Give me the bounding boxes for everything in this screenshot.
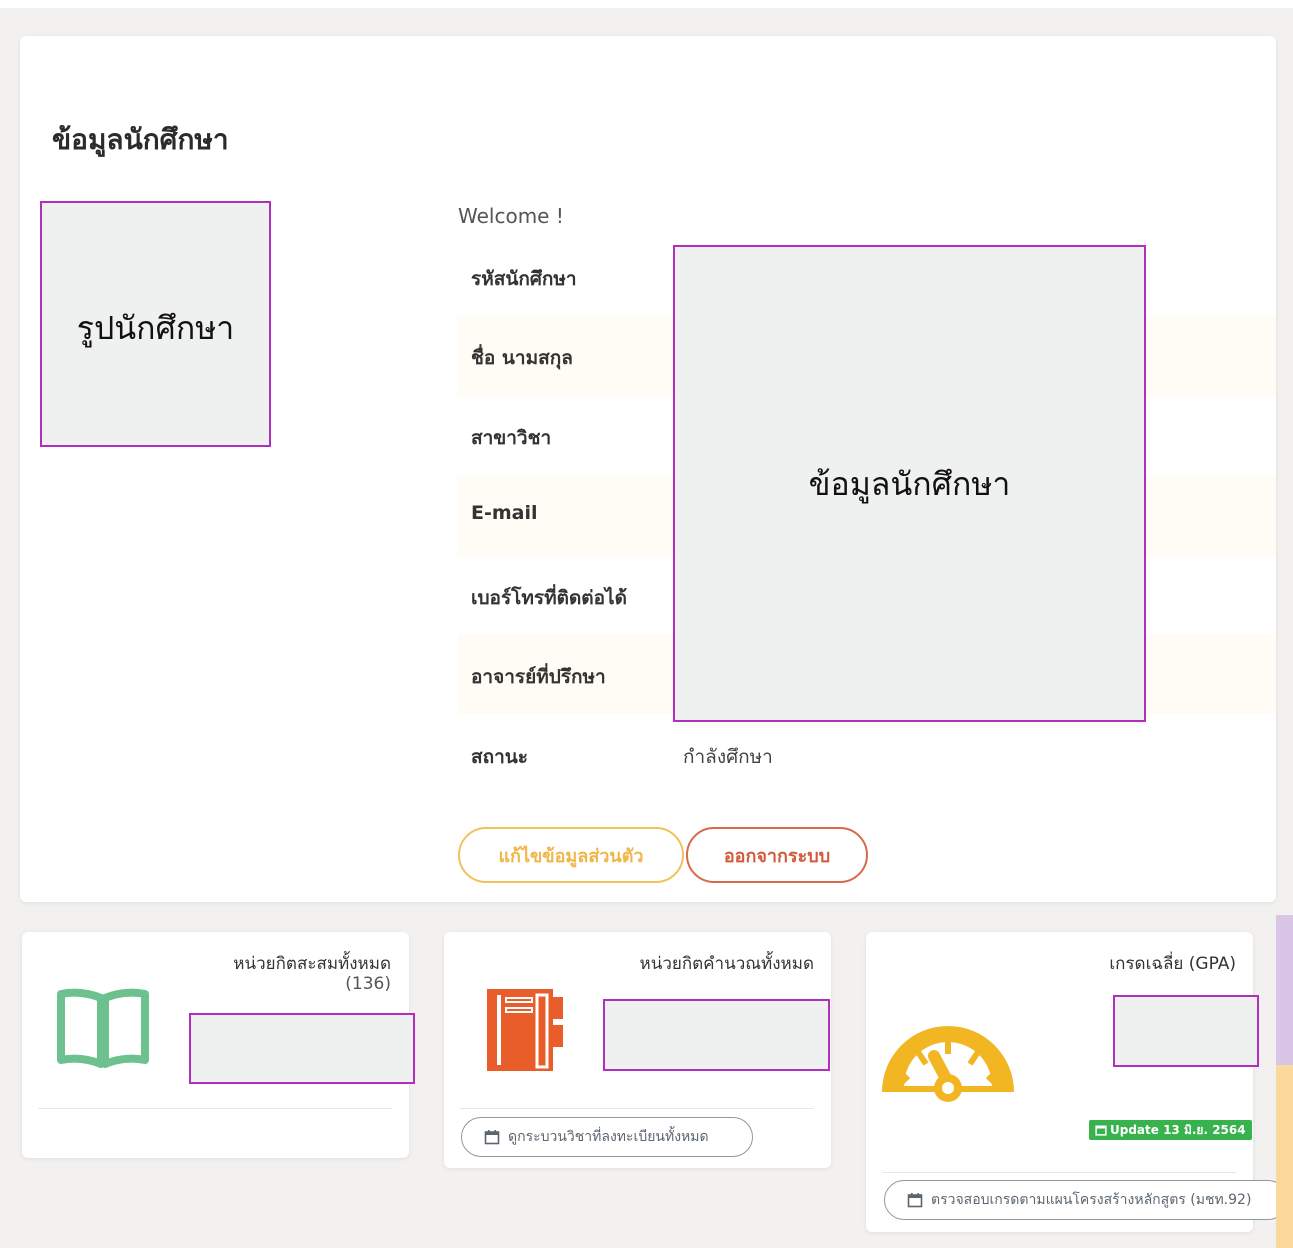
divider: [38, 1108, 392, 1109]
field-label-status: สถานะ: [471, 746, 528, 768]
stat-title-gpa: เกรดเฉลี่ย (GPA): [1109, 954, 1236, 974]
decoration: [1276, 915, 1293, 1065]
field-label-email: E-mail: [471, 502, 538, 524]
divider: [882, 1172, 1236, 1173]
student-photo: รูปนักศึกษา: [40, 201, 271, 447]
update-badge: Update 13 มิ.ย. 2564: [1089, 1120, 1252, 1140]
student-photo-label: รูปนักศึกษา: [76, 309, 235, 347]
check-grade-plan-label: ตรวจสอบเกรดตามแผนโครงสร้างหลักสูตร (มชท.…: [931, 1192, 1252, 1208]
page-title: ข้อมูลนักศึกษา: [52, 123, 229, 156]
logout-button[interactable]: ออกจากระบบ: [686, 827, 868, 883]
update-badge-label: Update 13 มิ.ย. 2564: [1110, 1122, 1246, 1137]
book-icon: [57, 988, 149, 1068]
decoration: [1276, 1065, 1293, 1248]
view-registered-courses-label: ดูกระบวนวิชาที่ลงทะเบียนทั้งหมด: [508, 1129, 709, 1145]
calendar-icon: [907, 1193, 923, 1208]
student-info-redacted-label: ข้อมูลนักศึกษา: [808, 465, 1011, 503]
stat-title-calculated-credits: หน่วยกิตคำนวณทั้งหมด: [639, 954, 814, 974]
notebook-icon: [487, 989, 563, 1071]
welcome-text: Welcome !: [458, 204, 564, 228]
field-value-status: กำลังศึกษา: [683, 746, 773, 768]
field-label-major: สาขาวิชา: [471, 427, 552, 449]
edit-profile-button[interactable]: แก้ไขข้อมูลส่วนตัว: [458, 827, 684, 883]
calendar-icon: [484, 1130, 500, 1145]
check-grade-plan-button[interactable]: ตรวจสอบเกรดตามแผนโครงสร้างหลักสูตร (มชท.…: [884, 1180, 1288, 1220]
view-registered-courses-button[interactable]: ดูกระบวนวิชาที่ลงทะเบียนทั้งหมด: [461, 1117, 753, 1157]
calendar-icon: [1095, 1125, 1107, 1136]
top-bar: [0, 0, 1293, 8]
field-label-advisor: อาจารย์ที่ปรึกษา: [471, 666, 606, 688]
field-label-name: ชื่อ นามสกุล: [471, 347, 573, 369]
student-info-redacted: ข้อมูลนักศึกษา: [673, 245, 1146, 722]
calculated-credits-value-redacted: [603, 999, 830, 1071]
stat-subtitle-total-credits: (136): [345, 974, 391, 994]
field-label-student-id: รหัสนักศึกษา: [471, 268, 577, 290]
divider: [460, 1108, 814, 1109]
total-credits-value-redacted: [189, 1013, 415, 1084]
stat-title-total-credits: หน่วยกิตสะสมทั้งหมด: [233, 954, 391, 974]
gauge-icon: [882, 1026, 1014, 1102]
field-label-phone: เบอร์โทรที่ติดต่อได้: [471, 587, 627, 609]
gpa-value-redacted: [1113, 995, 1259, 1067]
